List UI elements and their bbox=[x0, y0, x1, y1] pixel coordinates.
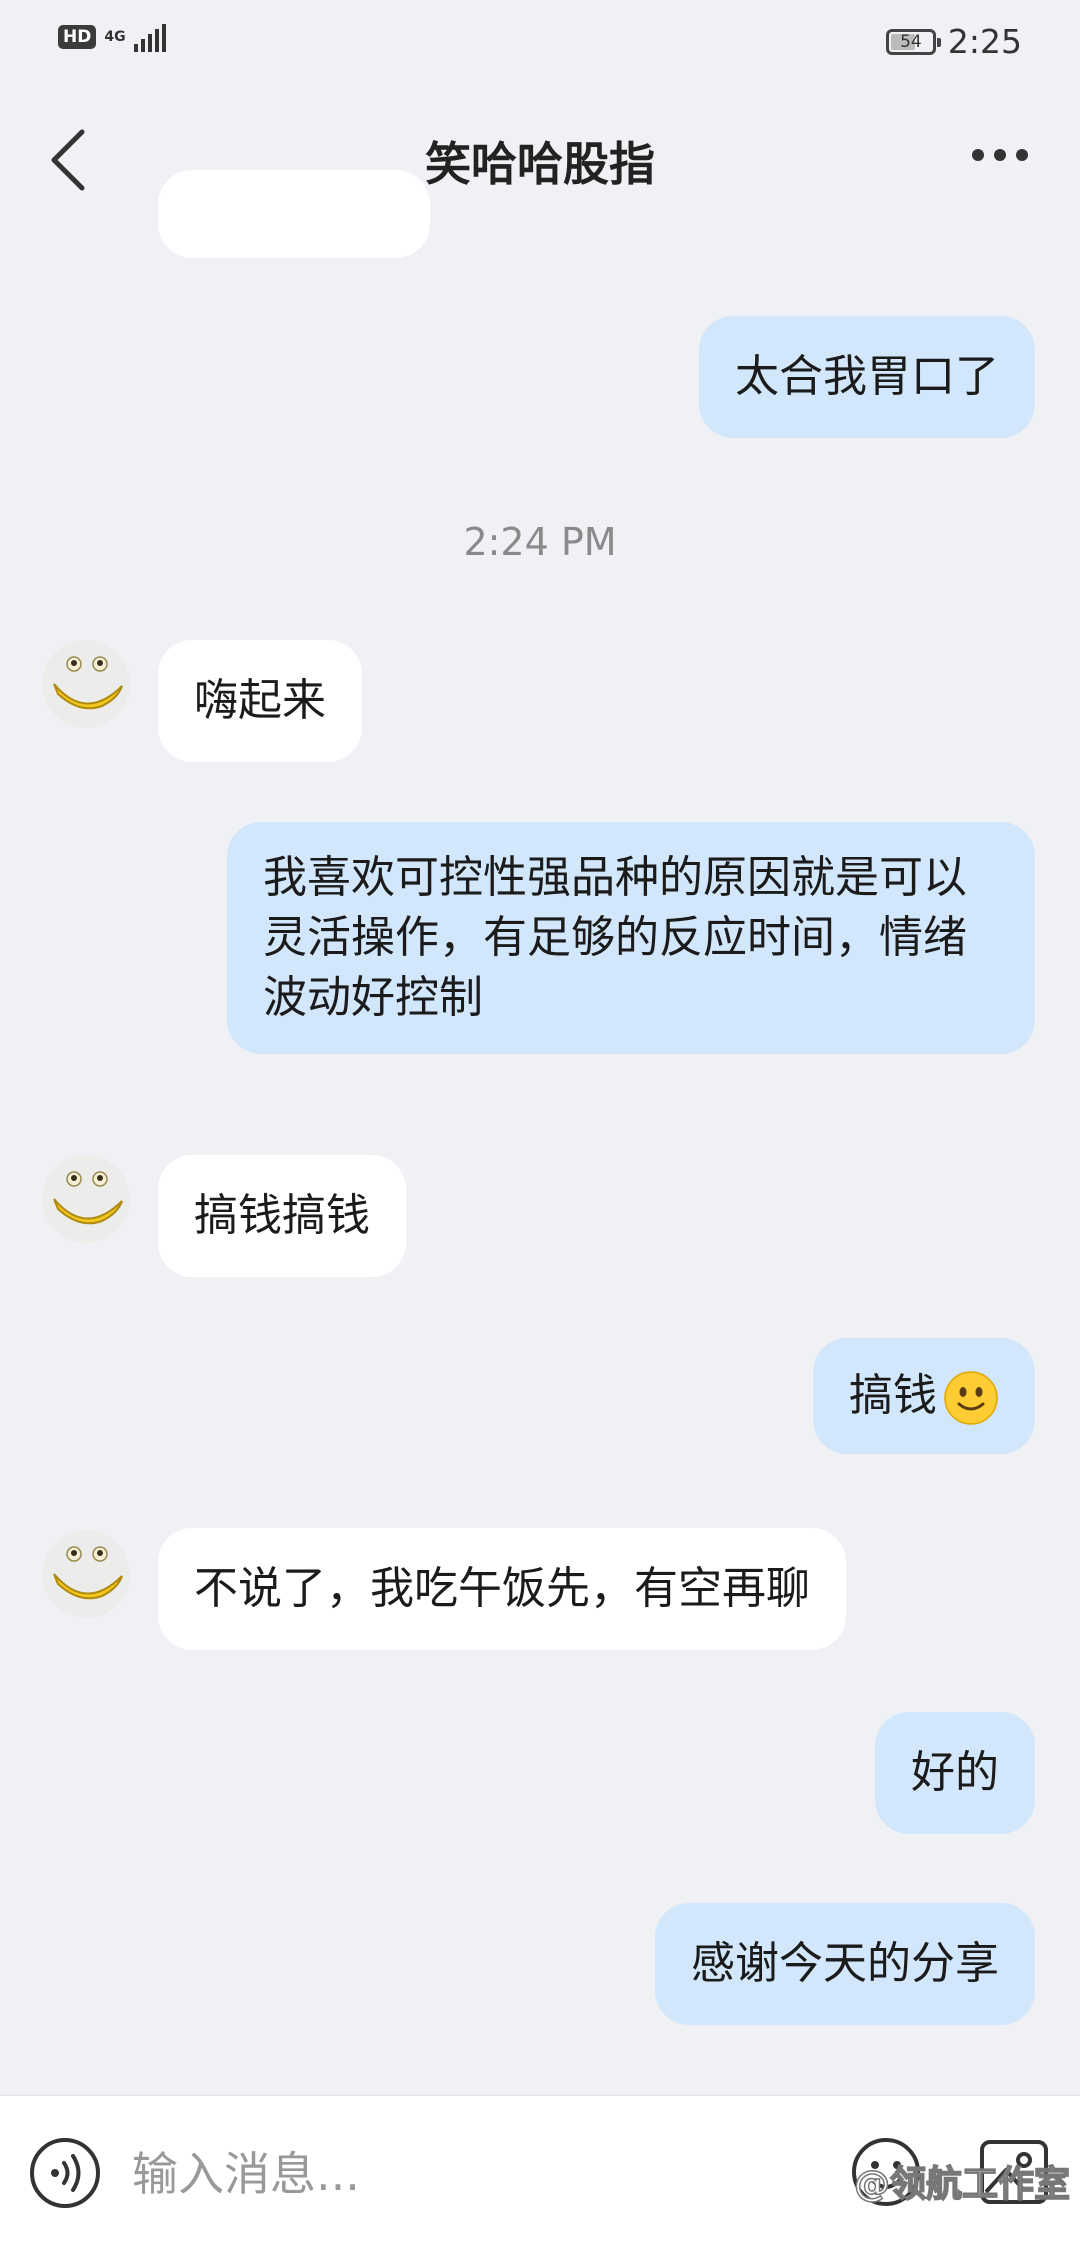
message-input[interactable] bbox=[130, 2128, 734, 2220]
status-right: 54 2:25 bbox=[885, 22, 1022, 61]
message-text: 好的 bbox=[911, 1747, 999, 1798]
message-bubble-other[interactable]: 嗨起来 bbox=[158, 640, 362, 762]
message-bubble-other[interactable]: 搞钱搞钱 bbox=[158, 1155, 406, 1277]
message-bubble-other[interactable]: 不说了，我吃午饭先，有空再聊 bbox=[158, 1528, 846, 1650]
message-timestamp: 2:24 PM bbox=[463, 520, 617, 564]
message-text: 太合我胃口了 bbox=[735, 351, 999, 402]
status-bar: HD 4G 54 2:25 bbox=[0, 0, 1080, 80]
voice-button[interactable] bbox=[28, 2136, 102, 2210]
more-dot bbox=[1016, 149, 1028, 161]
message-text: 嗨起来 bbox=[194, 675, 326, 726]
message-bubble-me[interactable]: 感谢今天的分享 bbox=[655, 1903, 1035, 2025]
message-text: 感谢今天的分享 bbox=[691, 1938, 999, 1989]
message-text: 我喜欢可控性强品种的原因就是可以灵活操作，有足够的反应时间，情绪波动好控制 bbox=[263, 852, 967, 1023]
message-bubble-me[interactable]: 好的 bbox=[875, 1712, 1035, 1834]
signal-icon bbox=[133, 22, 166, 52]
slightly-smiling-face-icon bbox=[944, 1371, 998, 1425]
more-dot bbox=[994, 149, 1006, 161]
more-button[interactable] bbox=[960, 130, 1040, 180]
banana-smiley-icon bbox=[42, 640, 130, 728]
banana-smiley-icon bbox=[42, 1530, 130, 1618]
avatar[interactable] bbox=[42, 1155, 130, 1243]
message-text: 搞钱搞钱 bbox=[194, 1190, 370, 1241]
voice-icon bbox=[30, 2138, 100, 2208]
message-bubble-partial bbox=[158, 170, 430, 258]
message-bubble-me[interactable]: 搞钱 bbox=[813, 1338, 1035, 1454]
avatar[interactable] bbox=[42, 1530, 130, 1618]
watermark: @领航工作室 bbox=[853, 2163, 1071, 2206]
hd-badge: HD bbox=[58, 25, 97, 49]
banana-smiley-icon bbox=[42, 1155, 130, 1243]
message-bubble-me[interactable]: 我喜欢可控性强品种的原因就是可以灵活操作，有足够的反应时间，情绪波动好控制 bbox=[227, 822, 1035, 1054]
status-time: 2:25 bbox=[947, 22, 1022, 61]
battery-icon: 54 bbox=[885, 28, 941, 55]
status-left: HD 4G bbox=[58, 22, 166, 52]
avatar[interactable] bbox=[42, 640, 130, 728]
battery-level: 54 bbox=[900, 31, 922, 52]
page-title: 笑哈哈股指 bbox=[425, 137, 655, 191]
message-text: 搞钱 bbox=[849, 1370, 937, 1421]
message-bubble-me[interactable]: 太合我胃口了 bbox=[699, 316, 1035, 438]
network-type-label: 4G bbox=[104, 28, 126, 45]
more-horizontal-icon bbox=[972, 149, 984, 161]
message-text: 不说了，我吃午饭先，有空再聊 bbox=[194, 1563, 810, 1614]
